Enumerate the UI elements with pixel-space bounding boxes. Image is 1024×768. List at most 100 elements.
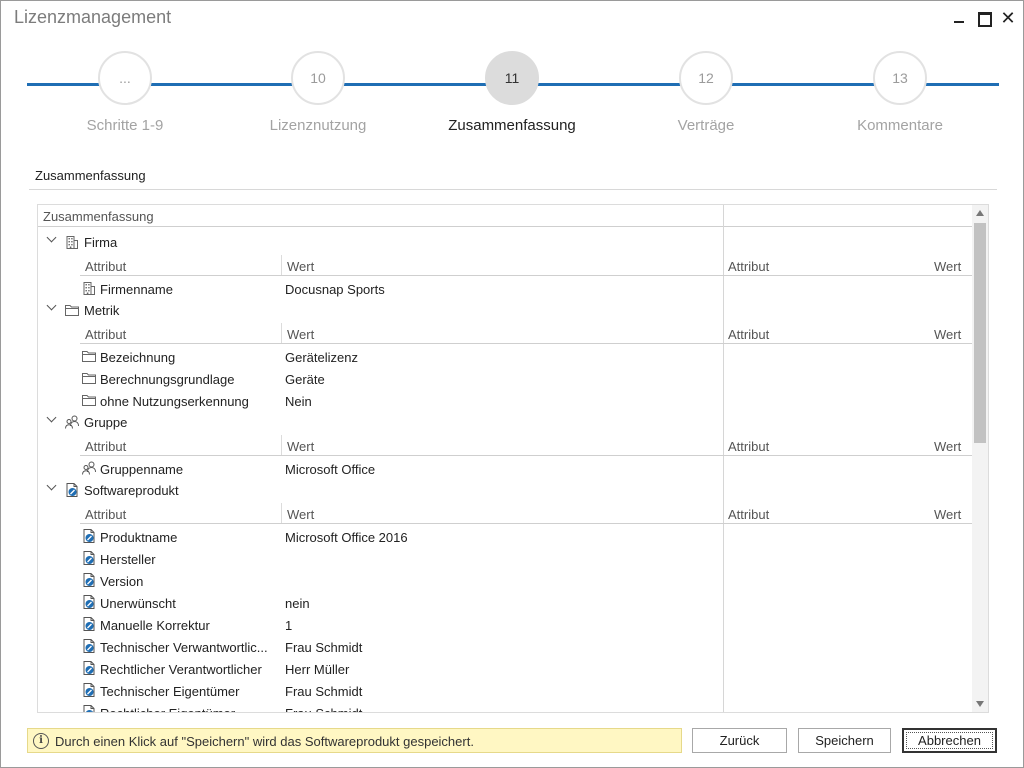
- row-value: Nein: [285, 394, 312, 409]
- column-header-wert[interactable]: Wert: [287, 327, 314, 342]
- column-header-attribut-right[interactable]: Attribut: [728, 439, 769, 454]
- row-attribute: Rechtlicher Verantwortlicher: [100, 662, 262, 677]
- table-row[interactable]: Technischer Verwantwortlic... Frau Schmid…: [38, 635, 972, 657]
- folder-icon: [64, 302, 80, 318]
- software-product-icon: [81, 704, 97, 712]
- chevron-down-icon[interactable]: [46, 234, 58, 246]
- maximize-button[interactable]: [973, 8, 995, 28]
- back-button[interactable]: Zurück: [692, 728, 787, 753]
- table-row[interactable]: Berechnungsgrundlage Geräte: [38, 367, 972, 389]
- table-row[interactable]: Gruppenname Microsoft Office: [38, 457, 972, 479]
- cancel-button[interactable]: Abbrechen: [902, 728, 997, 753]
- table-row[interactable]: Technischer Eigentümer Frau Schmidt: [38, 679, 972, 701]
- column-header-wert[interactable]: Wert: [287, 507, 314, 522]
- subgrid-header: Attribut Wert Attribut Wert: [38, 322, 972, 344]
- row-value: Geräte: [285, 372, 325, 387]
- row-attribute: Unerwünscht: [100, 596, 176, 611]
- column-header-wert-right[interactable]: Wert: [934, 259, 961, 274]
- chevron-down-icon[interactable]: [46, 414, 58, 426]
- row-attribute: Berechnungsgrundlage: [100, 372, 235, 387]
- row-value: Frau Schmidt: [285, 640, 363, 655]
- subgrid-header: Attribut Wert Attribut Wert: [38, 434, 972, 456]
- building-icon: [81, 280, 97, 296]
- minimize-button[interactable]: [949, 8, 971, 28]
- column-header-wert-right[interactable]: Wert: [934, 439, 961, 454]
- wizard-stepper: ... Schritte 1-9 10 Lizenznutzung 11 Zus…: [1, 51, 1023, 151]
- step-13[interactable]: 13 Kommentare: [805, 51, 995, 134]
- tree-group-gruppe[interactable]: Gruppe: [38, 411, 972, 433]
- row-value: Microsoft Office 2016: [285, 530, 408, 545]
- table-row[interactable]: Produktname Microsoft Office 2016: [38, 525, 972, 547]
- column-header-attribut[interactable]: Attribut: [85, 327, 126, 342]
- chevron-down-icon[interactable]: [46, 482, 58, 494]
- row-attribute: Rechtlicher Eigentümer: [100, 706, 280, 712]
- tree-group-softwareprodukt[interactable]: Softwareprodukt: [38, 479, 972, 501]
- column-separator[interactable]: [281, 435, 282, 455]
- step-label: Zusammenfassung: [448, 117, 576, 134]
- scroll-thumb[interactable]: [974, 223, 986, 443]
- row-attribute: Version: [100, 574, 144, 589]
- step-circle: ...: [98, 51, 152, 105]
- table-row[interactable]: Hersteller: [38, 547, 972, 569]
- scroll-down-button[interactable]: [972, 696, 988, 712]
- column-separator[interactable]: [281, 503, 282, 523]
- row-attribute: Technischer Eigentümer: [100, 684, 240, 699]
- row-value: Gerätelizenz: [285, 350, 358, 365]
- row-attribute: Gruppenname: [100, 462, 184, 477]
- building-icon: [64, 234, 80, 250]
- column-separator[interactable]: [281, 255, 282, 275]
- title-bar: Lizenzmanagement ✕: [1, 1, 1023, 37]
- close-button[interactable]: ✕: [997, 8, 1019, 28]
- column-header-attribut-right[interactable]: Attribut: [728, 327, 769, 342]
- step-circle: 10: [291, 51, 345, 105]
- table-row[interactable]: Unerwünscht nein: [38, 591, 972, 613]
- folder-icon: [81, 392, 97, 408]
- software-product-icon: [81, 594, 97, 610]
- table-row[interactable]: Rechtlicher Eigentümer Frau Schmidt: [38, 701, 972, 712]
- subgrid-header: Attribut Wert Attribut Wert: [38, 502, 972, 524]
- tree-group-metrik[interactable]: Metrik: [38, 299, 972, 321]
- column-header-wert[interactable]: Wert: [287, 259, 314, 274]
- column-header-attribut[interactable]: Attribut: [85, 259, 126, 274]
- step-circle: 13: [873, 51, 927, 105]
- tree-group-firma[interactable]: Firma: [38, 231, 972, 253]
- table-row[interactable]: Rechtlicher Verantwortlicher Herr Müller: [38, 657, 972, 679]
- step-10[interactable]: 10 Lizenznutzung: [223, 51, 413, 134]
- chevron-down-icon[interactable]: [46, 302, 58, 314]
- info-message: Durch einen Klick auf "Speichern" wird d…: [55, 734, 474, 749]
- column-header-attribut[interactable]: Attribut: [85, 439, 126, 454]
- vertical-scrollbar[interactable]: [972, 205, 988, 712]
- scroll-up-button[interactable]: [972, 205, 988, 221]
- table-row[interactable]: ohne Nutzungserkennung Nein: [38, 389, 972, 411]
- table-row[interactable]: Manuelle Korrektur 1: [38, 613, 972, 635]
- table-row[interactable]: Firmenname Docusnap Sports: [38, 277, 972, 299]
- table-row[interactable]: Bezeichnung Gerätelizenz: [38, 345, 972, 367]
- row-value: nein: [285, 596, 310, 611]
- row-value: Docusnap Sports: [285, 282, 385, 297]
- column-header-wert-right[interactable]: Wert: [934, 507, 961, 522]
- row-attribute: Manuelle Korrektur: [100, 618, 210, 633]
- software-product-icon: [81, 682, 97, 698]
- column-header-wert-right[interactable]: Wert: [934, 327, 961, 342]
- step-12[interactable]: 12 Verträge: [611, 51, 801, 134]
- tree-group-label: Gruppe: [84, 415, 128, 430]
- column-header-attribut[interactable]: Attribut: [85, 507, 126, 522]
- save-button[interactable]: Speichern: [798, 728, 891, 753]
- column-header-attribut-right[interactable]: Attribut: [728, 507, 769, 522]
- folder-icon: [81, 370, 97, 386]
- info-bar: i Durch einen Klick auf "Speichern" wird…: [27, 728, 682, 753]
- step-label: Lizenznutzung: [269, 117, 367, 134]
- step-11[interactable]: 11 Zusammenfassung: [417, 51, 607, 134]
- software-product-icon: [81, 550, 97, 566]
- subgrid-header: Attribut Wert Attribut Wert: [38, 254, 972, 276]
- table-row[interactable]: Version: [38, 569, 972, 591]
- row-value: Frau Schmidt: [285, 684, 363, 699]
- column-separator[interactable]: [281, 323, 282, 343]
- software-product-icon: [81, 660, 97, 676]
- column-header-wert[interactable]: Wert: [287, 439, 314, 454]
- summary-tree-grid[interactable]: Zusammenfassung Firma Attribut Wert Attribu…: [37, 204, 989, 713]
- step-1-9[interactable]: ... Schritte 1-9: [30, 51, 220, 134]
- software-product-icon: [81, 638, 97, 654]
- software-product-icon: [81, 528, 97, 544]
- column-header-attribut-right[interactable]: Attribut: [728, 259, 769, 274]
